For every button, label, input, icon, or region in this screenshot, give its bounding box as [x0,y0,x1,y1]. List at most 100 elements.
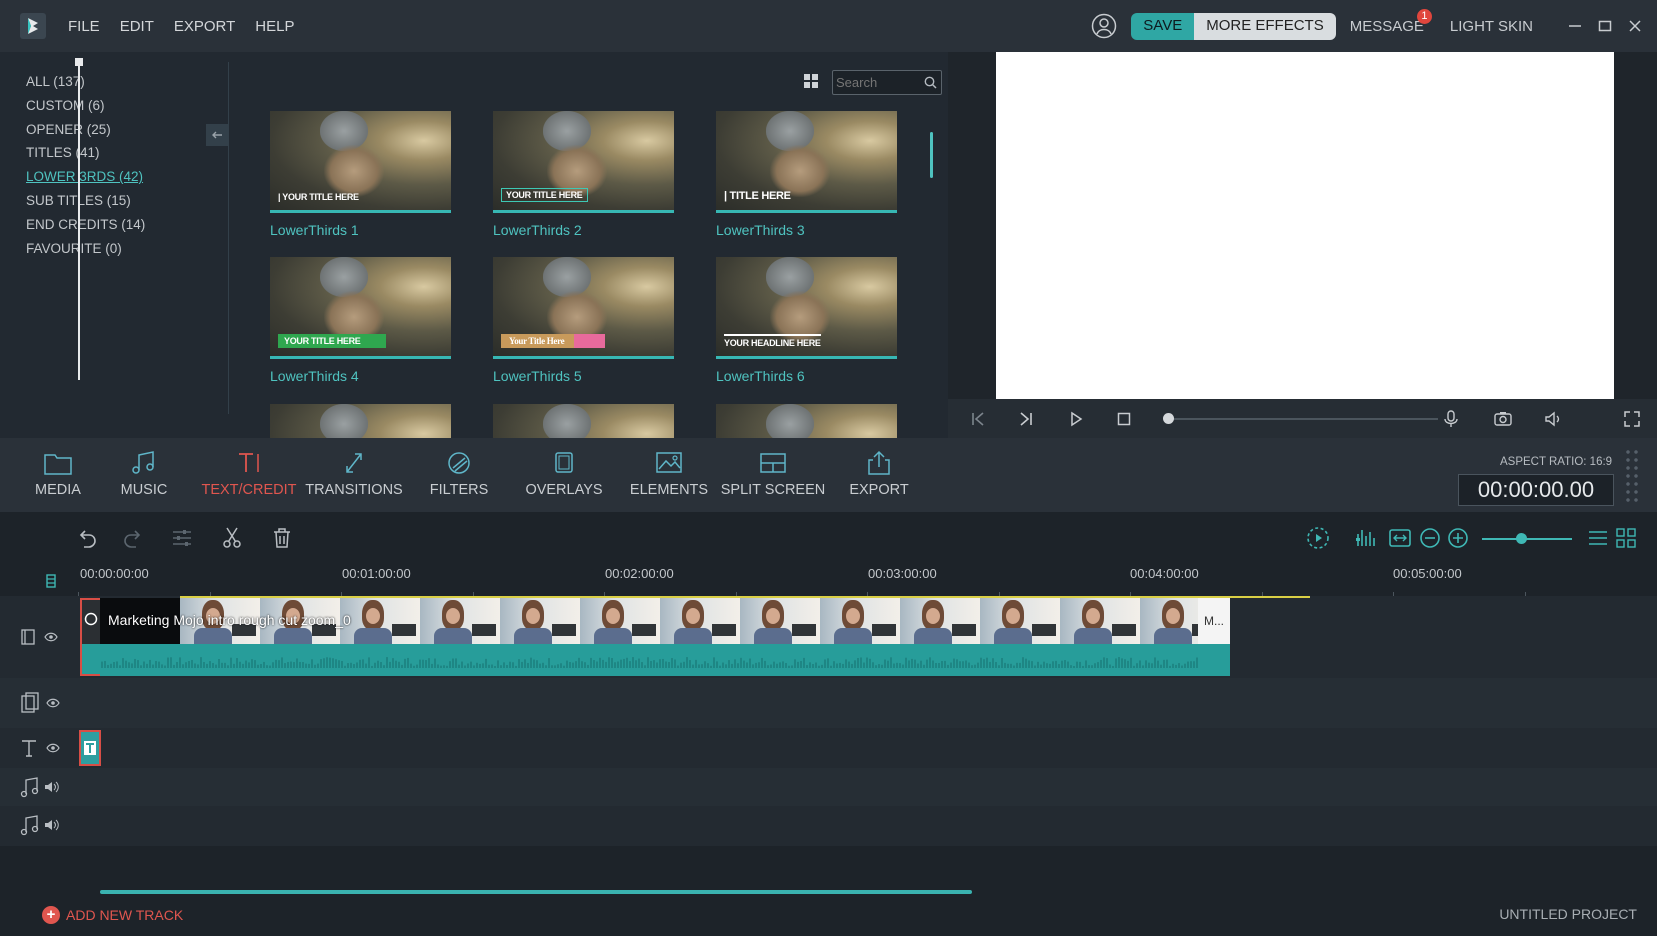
category-opener[interactable]: OPENER (25) [26,122,111,137]
render-preview-icon[interactable] [1306,526,1330,550]
effect-thumbnail[interactable] [716,404,897,438]
text-credit-tab[interactable]: TEXT/CREDIT [200,450,298,498]
visibility-eye-icon[interactable] [44,632,58,642]
zoom-slider-handle[interactable] [1516,533,1527,544]
elements-label: ELEMENTS [629,482,709,498]
redo-icon[interactable] [122,526,146,550]
snapshot-camera-icon[interactable] [1493,409,1513,429]
filters-tab[interactable]: FILTERS [424,450,494,498]
search-icon[interactable] [924,76,937,89]
media-tab[interactable]: MEDIA [28,450,88,498]
playhead-handle[interactable] [75,58,83,66]
effect-thumbnail[interactable] [270,404,451,438]
visibility-eye-icon[interactable] [46,743,60,753]
clip-selection-bar [180,596,1310,598]
music-track-icon [20,777,39,798]
split-screen-tab[interactable]: SPLIT SCREEN [720,450,826,498]
speaker-icon[interactable] [44,819,60,831]
music-tab[interactable]: MUSIC [114,450,174,498]
skip-to-start-icon[interactable] [968,409,988,429]
grid-view-icon[interactable] [804,74,818,88]
effect-label[interactable]: LowerThirds 2 [493,222,582,238]
more-effects-button[interactable]: MORE EFFECTS [1194,12,1336,40]
zoom-out-icon[interactable] [1418,526,1442,550]
add-new-track-button[interactable]: + ADD NEW TRACK [42,906,183,924]
fullscreen-icon[interactable] [1622,409,1642,429]
effect-label[interactable]: LowerThirds 4 [270,368,359,384]
undo-icon[interactable] [74,526,98,550]
speaker-icon[interactable] [44,781,60,793]
user-icon[interactable] [1091,13,1117,39]
category-custom[interactable]: CUSTOM (6) [26,98,105,113]
overlays-tab[interactable]: OVERLAYS [522,450,606,498]
thumbnail-overlay-text: | TITLE HERE [724,190,791,202]
play-icon[interactable] [1066,409,1086,429]
cut-scissors-icon[interactable] [220,526,244,550]
category-all[interactable]: ALL (137) [26,74,85,89]
adjust-icon[interactable] [170,526,194,550]
clip-title: Marketing Mojo intro rough cut zoom_0 [108,612,351,628]
effect-label[interactable]: LowerThirds 6 [716,368,805,384]
panel-divider [228,62,229,414]
category-favourite[interactable]: FAVOURITE (0) [26,241,122,256]
top-bar: FILE EDIT EXPORT HELP SAVE MORE EFFECTS … [0,0,1657,52]
ruler-time-label: 00:00:00:00 [80,566,149,581]
transitions-tab[interactable]: TRANSITIONS [304,450,404,498]
export-tab[interactable]: EXPORT [846,450,912,498]
playback-scrubber[interactable] [1168,418,1438,420]
visibility-eye-icon[interactable] [46,698,60,708]
fit-to-timeline-icon[interactable] [1388,526,1412,550]
effect-thumbnail[interactable]: YOUR TITLE HERE [493,111,674,213]
timeline-scrollbar[interactable] [100,890,972,894]
snap-magnet-icon[interactable] [44,574,58,588]
zoom-slider[interactable] [1482,538,1572,540]
effect-label[interactable]: LowerThirds 3 [716,222,805,238]
next-frame-icon[interactable] [1016,409,1036,429]
scrubber-handle[interactable] [1163,413,1174,424]
effect-thumbnail[interactable]: YOUR TITLE HERE [270,257,451,359]
video-clip[interactable]: Marketing Mojo intro rough cut zoom_0 M.… [80,596,1310,676]
thumbnail-view-icon[interactable] [1614,526,1638,550]
delete-trash-icon[interactable] [270,526,294,550]
resize-grip[interactable] [1624,448,1640,504]
playhead[interactable] [78,62,80,380]
menu-export[interactable]: EXPORT [174,18,235,35]
zoom-in-icon[interactable] [1446,526,1470,550]
effect-label[interactable]: LowerThirds 1 [270,222,359,238]
search-input[interactable] [836,74,922,91]
category-titles[interactable]: TITLES (41) [26,145,100,160]
maximize-icon[interactable] [1591,12,1619,40]
effect-thumbnail[interactable] [493,404,674,438]
effect-thumbnail[interactable]: | YOUR TITLE HERE [270,111,451,213]
save-button[interactable]: SAVE [1131,12,1195,40]
elements-tab[interactable]: ELEMENTS [626,450,712,498]
text-clip[interactable] [79,730,101,766]
list-view-icon[interactable] [1586,526,1610,550]
effect-thumbnail[interactable]: Your Title Here [493,257,674,359]
menu-help[interactable]: HELP [255,18,294,35]
message-button[interactable]: MESSAGE 1 [1350,8,1432,35]
category-lower-3rds[interactable]: LOWER 3RDS (42) [26,169,143,184]
effects-scrollbar[interactable] [930,132,933,178]
category-end-credits[interactable]: END CREDITS (14) [26,217,145,232]
effect-thumbnail[interactable]: YOUR HEADLINE HERE [716,257,897,359]
minimize-icon[interactable] [1561,12,1589,40]
effect-label[interactable]: LowerThirds 5 [493,368,582,384]
stop-icon[interactable] [1114,409,1134,429]
clip-start-marker [80,598,100,676]
effect-thumbnail[interactable]: | TITLE HERE [716,111,897,213]
light-skin-button[interactable]: LIGHT SKIN [1450,18,1533,35]
folder-icon [44,454,72,475]
thumbnail-overlay-text: | YOUR TITLE HERE [278,192,359,202]
collapse-panel-icon[interactable] [206,124,228,146]
music-note-icon [132,451,154,474]
volume-icon[interactable] [1543,409,1563,429]
ruler-time-label: 00:03:00:00 [868,566,937,581]
thumbnail-overlay-text: YOUR TITLE HERE [278,334,386,348]
menu-file[interactable]: FILE [68,18,100,35]
close-icon[interactable] [1621,12,1649,40]
menu-edit[interactable]: EDIT [120,18,154,35]
audio-mixer-icon[interactable] [1354,526,1378,550]
video-track-icon [21,629,35,645]
microphone-icon[interactable] [1441,409,1461,429]
